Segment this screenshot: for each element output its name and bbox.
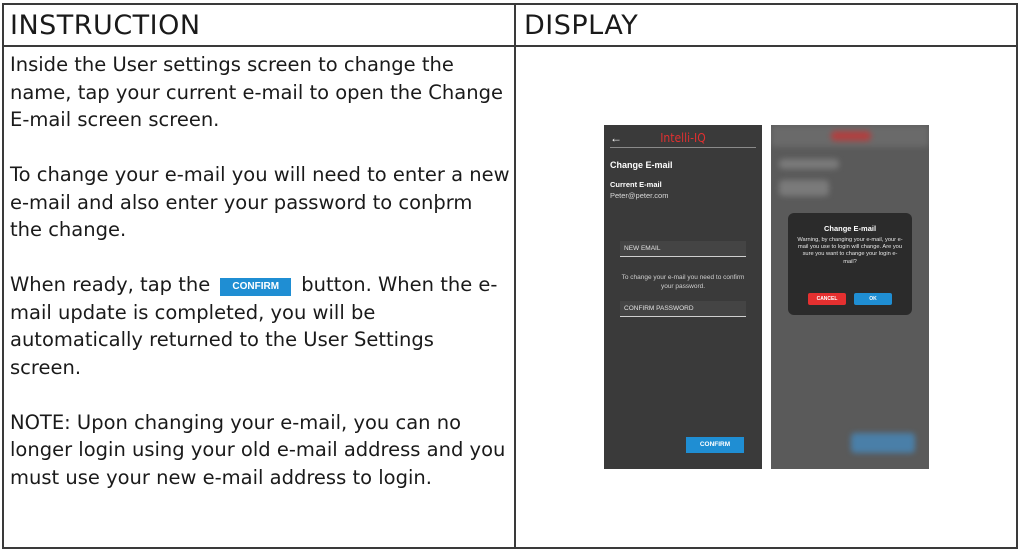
paragraph-3-start: When ready, tap the (10, 273, 211, 296)
change-email-screen: ← Intelli-IQ Change E-mail Current E-mai… (604, 125, 762, 469)
instruction-paragraph-2: To change your e-mail you will need to e… (10, 163, 510, 241)
ok-button[interactable]: OK (854, 293, 892, 305)
change-email-dialog: Change E-mail Warning, by changing your … (788, 213, 912, 315)
confirm-button[interactable]: CONFIRM (686, 437, 744, 453)
confirm-button-illustration: CONFIRM (220, 278, 292, 296)
column-divider (514, 5, 516, 547)
app-header: ← Intelli-IQ (610, 129, 756, 148)
confirm-password-note: To change your e-mail you need to confir… (621, 274, 745, 290)
cancel-button[interactable]: CANCEL (808, 293, 846, 305)
display-header: DISPLAY (524, 10, 639, 41)
header-divider (4, 45, 1016, 47)
confirm-dialog-screen: Change E-mail Warning, by changing your … (771, 125, 929, 469)
instruction-paragraph-4: NOTE: Upon changing your e-mail, you can… (10, 410, 506, 489)
dialog-message: Warning, by changing your e-mail, your e… (797, 237, 903, 265)
current-email-label: Current E-mail (610, 180, 662, 189)
confirm-password-field[interactable]: CONFIRM PASSWORD (620, 301, 746, 317)
instruction-paragraph-3: When ready, tap the CONFIRM button. When… (10, 271, 510, 381)
current-email-value: Peter@peter.com (610, 191, 669, 200)
dialog-title: Change E-mail (823, 224, 877, 233)
instruction-paragraph-1: Inside the User settings screen to chang… (10, 53, 503, 131)
screen-title: Change E-mail (610, 160, 673, 170)
new-email-field[interactable]: NEW EMAIL (620, 241, 746, 257)
app-logo: Intelli-IQ (660, 131, 706, 145)
instruction-text: Inside the User settings screen to chang… (10, 51, 510, 519)
instruction-header: INSTRUCTION (10, 10, 201, 41)
